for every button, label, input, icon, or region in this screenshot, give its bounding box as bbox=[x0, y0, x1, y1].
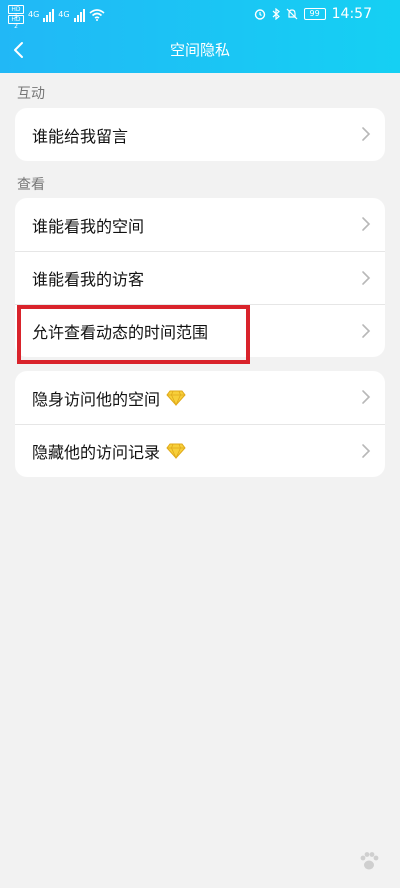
settings-row-hide-visit-record[interactable]: 隐藏他的访问记录 bbox=[15, 424, 385, 477]
chevron-right-icon bbox=[362, 127, 371, 141]
signal-icon-2 bbox=[73, 8, 85, 22]
section-label-interaction: 互动 bbox=[17, 86, 45, 102]
paw-icon bbox=[360, 852, 379, 870]
diamond-icon bbox=[166, 390, 186, 406]
status-time: 14:57 bbox=[331, 6, 372, 22]
chevron-right-icon bbox=[362, 217, 371, 231]
bluetooth-icon bbox=[272, 8, 280, 20]
watermark-logo bbox=[358, 850, 380, 872]
settings-row-who-can-see-space[interactable]: 谁能看我的空间 bbox=[15, 198, 385, 251]
status-left: HD 1 HD 2 4G 4G bbox=[8, 5, 105, 30]
mute-bell-icon bbox=[286, 8, 298, 20]
app-header: HD 1 HD 2 4G 4G 99 14:57 空间隐私 bbox=[0, 0, 400, 73]
settings-row-who-can-message[interactable]: 谁能给我留言 bbox=[15, 108, 385, 161]
settings-row-who-can-see-visitors[interactable]: 谁能看我的访客 bbox=[15, 251, 385, 304]
row-label: 允许查看动态的时间范围 bbox=[32, 323, 209, 342]
sim-indicators: HD 1 HD 2 bbox=[8, 5, 24, 30]
settings-row-feed-time-range[interactable]: 允许查看动态的时间范围 bbox=[15, 304, 385, 357]
chevron-right-icon bbox=[362, 444, 371, 458]
status-bar: HD 1 HD 2 4G 4G 99 14:57 bbox=[0, 0, 400, 30]
chevron-right-icon bbox=[362, 390, 371, 404]
nav-bar: 空间隐私 bbox=[0, 30, 400, 73]
signal-icon bbox=[43, 8, 55, 22]
diamond-icon bbox=[166, 443, 186, 459]
row-label: 谁能看我的空间 bbox=[32, 216, 145, 236]
sim1-label: HD 1 bbox=[8, 5, 24, 20]
settings-row-invisible-visit[interactable]: 隐身访问他的空间 bbox=[15, 371, 385, 424]
section-label-view: 查看 bbox=[17, 177, 45, 193]
network1-label: 4G bbox=[28, 10, 40, 19]
sim2-label: HD 2 bbox=[8, 15, 24, 30]
row-label: 谁能给我留言 bbox=[32, 126, 129, 146]
wifi-icon bbox=[89, 8, 105, 21]
chevron-right-icon bbox=[362, 271, 371, 285]
page-title: 空间隐私 bbox=[169, 41, 230, 59]
network2-label: 4G bbox=[58, 10, 70, 19]
chevron-right-icon bbox=[362, 324, 371, 338]
status-right: 99 14:57 bbox=[254, 6, 372, 22]
row-label: 隐身访问他的空间 bbox=[32, 386, 186, 410]
card-interaction: 谁能给我留言 bbox=[15, 108, 385, 161]
row-label-text: 隐藏他的访问记录 bbox=[32, 443, 161, 462]
alarm-icon bbox=[254, 9, 265, 20]
battery-icon: 99 bbox=[303, 8, 326, 20]
card-vip: 隐身访问他的空间 隐藏他的访问记录 bbox=[15, 371, 385, 477]
row-label: 隐藏他的访问记录 bbox=[32, 439, 186, 463]
card-view: 谁能看我的空间 谁能看我的访客 允许查看动态的时间范围 bbox=[15, 198, 385, 357]
row-label-text: 隐身访问他的空间 bbox=[32, 389, 161, 409]
row-label: 谁能看我的访客 bbox=[32, 270, 145, 289]
